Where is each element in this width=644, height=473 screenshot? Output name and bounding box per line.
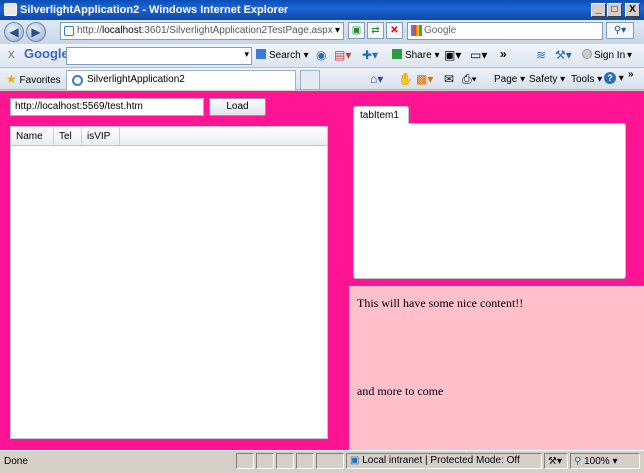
search-button[interactable]: ⚲▾	[606, 22, 634, 39]
google-search-input[interactable]: ▾	[66, 47, 252, 65]
mail-icon[interactable]: ✉	[444, 72, 454, 86]
page-menu[interactable]: Page ▾	[494, 73, 525, 87]
status-cell	[296, 453, 314, 469]
url-prefix: http://	[77, 25, 103, 36]
zoom-level: ⚲ 100% ▾	[574, 456, 618, 467]
address-input[interactable]: http://localhost:3601/SilverlightApplica…	[60, 22, 344, 40]
intranet-icon: ▣	[350, 455, 360, 466]
status-text: Done	[4, 456, 28, 467]
wifi-icon[interactable]: ≋	[536, 48, 546, 62]
column-header-tel[interactable]: Tel	[54, 127, 82, 146]
share-icon	[392, 49, 402, 59]
google-logo: Google	[24, 46, 69, 61]
page-menu-label: Page	[494, 74, 518, 85]
content-text-1: This will have some nice content!!	[357, 296, 524, 310]
zone-text: ▣ Local intranet | Protected Mode: Off	[350, 454, 520, 468]
forward-button[interactable]: ▶	[26, 22, 46, 42]
translate-icon[interactable]: ▣▾	[444, 48, 461, 62]
zone-label: Local intranet | Protected Mode: Off	[362, 455, 520, 466]
tab-item-1[interactable]: tabItem1	[353, 106, 409, 124]
data-grid-header: Name Tel isVIP	[10, 126, 328, 146]
sign-in-label: Sign In	[594, 50, 626, 61]
safety-menu-label: Safety	[529, 74, 558, 85]
search-placeholder: Google	[424, 25, 457, 36]
minimize-button[interactable]: _	[591, 3, 606, 17]
column-header-name[interactable]: Name	[11, 127, 54, 146]
compatibility-icon[interactable]: ▣	[348, 22, 365, 39]
globe-icon[interactable]: ◉	[316, 48, 326, 62]
zoom-icon: ⚲	[574, 456, 582, 467]
home-icon[interactable]: ⌂▾	[370, 72, 383, 86]
window-title-bar[interactable]: SilverlightApplication2 - Windows Intern…	[0, 0, 644, 20]
google-search-button[interactable]: Search ▾	[256, 49, 309, 63]
url-input[interactable]: http://localhost:5569/test.htm	[10, 98, 204, 116]
address-dropdown-icon[interactable]: ▾	[331, 23, 344, 40]
favorites-label: Favorites	[19, 75, 61, 86]
status-cell	[236, 453, 254, 469]
wrench-icon[interactable]: ⚒▾	[555, 48, 572, 62]
tab-panel	[353, 123, 626, 279]
search-input[interactable]: Google	[407, 22, 603, 40]
favorites-button[interactable]: ★ Favorites	[6, 72, 61, 88]
column-header-isvip[interactable]: isVIP	[82, 127, 120, 146]
refresh-icon[interactable]: ⇄	[367, 22, 384, 39]
help-menu[interactable]: ? ▾	[604, 72, 624, 86]
back-button[interactable]: ◀	[4, 22, 24, 42]
window-title: SilverlightApplication2 - Windows Intern…	[20, 4, 289, 16]
url-path: :3601/SilverlightApplication2TestPage.as…	[141, 25, 333, 36]
browser-tab[interactable]: SilverlightApplication2	[66, 70, 296, 90]
feeds-icon[interactable]: ▩▾	[416, 72, 433, 86]
maximize-button[interactable]: □	[607, 3, 622, 17]
close-window-button[interactable]: X	[625, 3, 640, 17]
help-icon: ?	[604, 72, 616, 84]
google-search-label: Search	[269, 50, 301, 61]
user-icon	[582, 49, 592, 59]
tools-menu-label: Tools	[571, 74, 595, 85]
load-button[interactable]: Load	[209, 98, 266, 116]
star-icon: ★	[6, 72, 17, 86]
popup-blocker-icon[interactable]: ▤▾	[334, 48, 351, 62]
protected-mode-icon: ⚒▾	[548, 456, 562, 467]
status-cell	[256, 453, 274, 469]
zoom-label: 100%	[584, 456, 610, 467]
ie-app-icon	[4, 3, 17, 16]
data-grid[interactable]	[10, 126, 328, 439]
sign-in-button[interactable]: Sign In	[582, 49, 625, 63]
url-host: localhost	[102, 25, 142, 36]
hand-icon[interactable]: ✋	[398, 72, 413, 86]
add-button-icon[interactable]: ✚▾	[362, 48, 378, 62]
tools-menu[interactable]: Tools ▾	[571, 73, 602, 87]
ie-tab-icon	[72, 75, 83, 86]
status-cell	[276, 453, 294, 469]
share-button[interactable]: Share ▾	[392, 49, 440, 63]
status-cell	[316, 453, 344, 469]
content-text-2: and more to come	[357, 384, 444, 398]
google-toolbar-close-button[interactable]: X	[8, 49, 15, 63]
page-icon	[64, 26, 74, 36]
google-icon	[411, 25, 422, 36]
google-options-chevron[interactable]: ▾	[627, 49, 632, 63]
safety-menu[interactable]: Safety ▾	[529, 73, 565, 87]
google-more-chevron[interactable]: »	[500, 47, 507, 61]
share-label: Share	[405, 50, 432, 61]
tab-title: SilverlightApplication2	[87, 74, 185, 85]
tools-bar-icon[interactable]: ▭▾	[470, 48, 487, 62]
stop-icon[interactable]: ✕	[386, 22, 403, 39]
favorites-more-chevron[interactable]: »	[628, 68, 634, 82]
new-tab-button[interactable]	[300, 70, 320, 90]
google-dropdown-icon[interactable]: ▾	[244, 49, 249, 60]
print-icon[interactable]: ⎙▾	[462, 72, 477, 86]
google-g-icon	[256, 49, 266, 59]
